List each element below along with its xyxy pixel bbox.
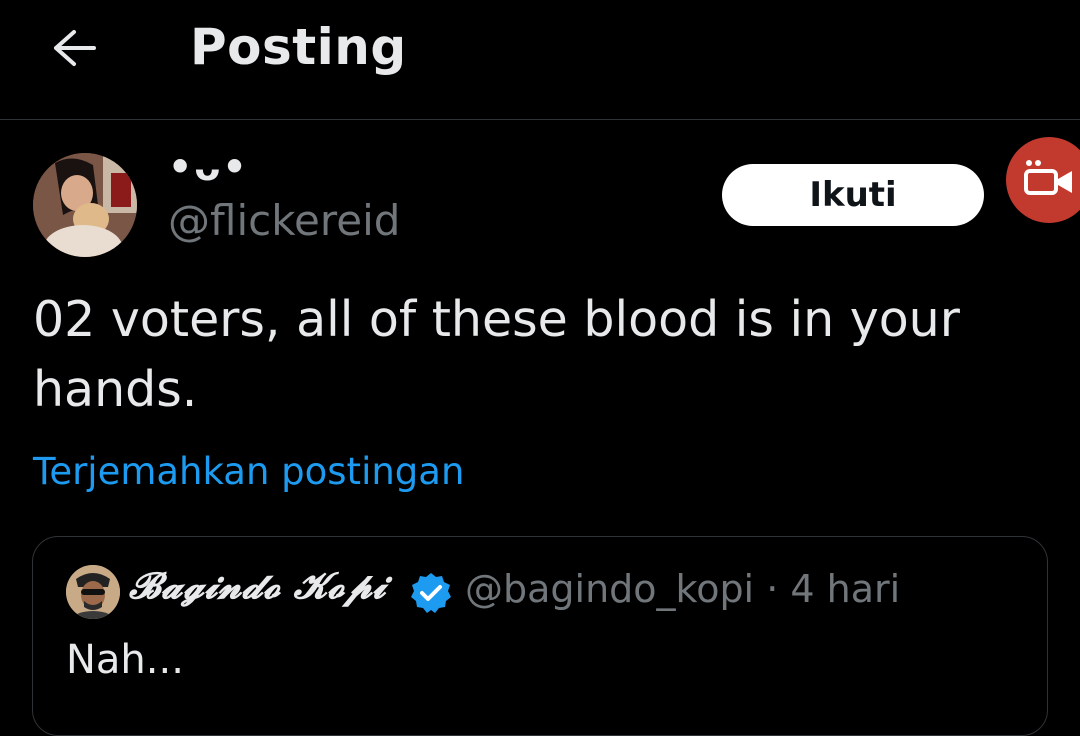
quote-author-display-name: 𝓑𝓪𝓰𝓲𝓷𝓭𝓸 𝓚𝓸𝓹𝓲	[129, 565, 387, 607]
follow-button[interactable]: Ikuti	[722, 164, 984, 226]
author-handle[interactable]: @flickereid	[168, 196, 400, 245]
author-display-name[interactable]: •ᴗ•	[168, 145, 249, 189]
arrow-left-icon	[52, 28, 98, 72]
translate-post-link[interactable]: Terjemahkan postingan	[33, 450, 464, 493]
quoted-post-card[interactable]: 𝓑𝓪𝓰𝓲𝓷𝓭𝓸 𝓚𝓸𝓹𝓲 @bagindo_kopi · 4 hari Nah.…	[32, 536, 1048, 736]
post-body-text: 02 voters, all of these blood is in your…	[33, 291, 960, 418]
back-button[interactable]	[40, 20, 110, 80]
quote-author-handle: @bagindo_kopi	[465, 567, 755, 611]
quote-author-avatar	[66, 565, 120, 619]
video-fab-button[interactable]	[1006, 137, 1080, 223]
author-avatar[interactable]	[33, 153, 137, 257]
quote-timestamp: 4 hari	[790, 567, 901, 611]
quote-body-text: Nah...	[66, 637, 184, 683]
quote-meta: @bagindo_kopi · 4 hari	[465, 567, 900, 611]
meta-separator: ·	[766, 567, 779, 611]
page-title: Posting	[190, 18, 407, 76]
top-bar: Posting	[0, 0, 1080, 120]
verified-badge-icon	[409, 571, 453, 615]
video-camera-icon	[1022, 157, 1076, 203]
